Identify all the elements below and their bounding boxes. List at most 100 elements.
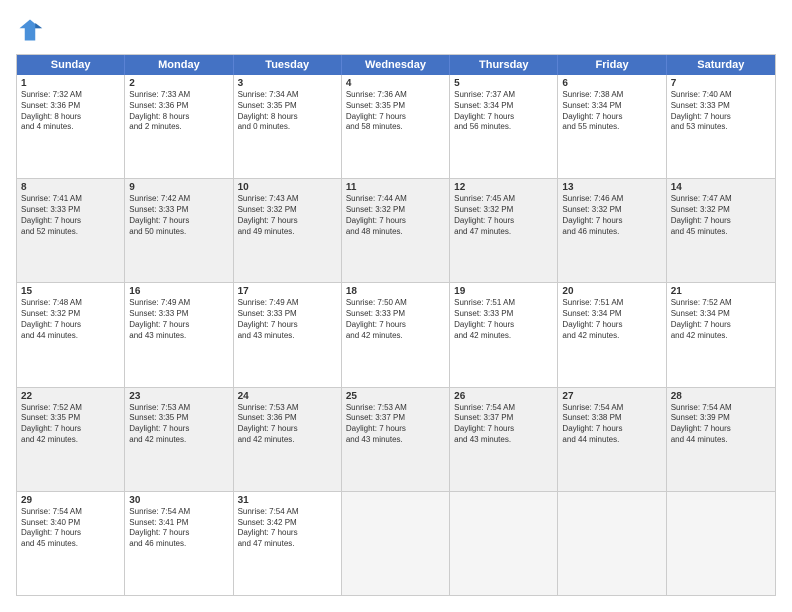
day-info: Sunrise: 7:52 AM Sunset: 3:34 PM Dayligh… — [671, 298, 771, 341]
day-info: Sunrise: 7:54 AM Sunset: 3:38 PM Dayligh… — [562, 403, 661, 446]
calendar-cell: 17Sunrise: 7:49 AM Sunset: 3:33 PM Dayli… — [234, 283, 342, 386]
header-cell-saturday: Saturday — [667, 55, 775, 75]
calendar-cell: 5Sunrise: 7:37 AM Sunset: 3:34 PM Daylig… — [450, 75, 558, 178]
day-info: Sunrise: 7:34 AM Sunset: 3:35 PM Dayligh… — [238, 90, 337, 133]
calendar-cell: 19Sunrise: 7:51 AM Sunset: 3:33 PM Dayli… — [450, 283, 558, 386]
day-info: Sunrise: 7:33 AM Sunset: 3:36 PM Dayligh… — [129, 90, 228, 133]
calendar-cell: 1Sunrise: 7:32 AM Sunset: 3:36 PM Daylig… — [17, 75, 125, 178]
calendar-cell: 25Sunrise: 7:53 AM Sunset: 3:37 PM Dayli… — [342, 388, 450, 491]
day-info: Sunrise: 7:54 AM Sunset: 3:42 PM Dayligh… — [238, 507, 337, 550]
day-number: 19 — [454, 286, 553, 297]
day-number: 31 — [238, 495, 337, 506]
header-cell-friday: Friday — [558, 55, 666, 75]
day-number: 22 — [21, 391, 120, 402]
day-info: Sunrise: 7:48 AM Sunset: 3:32 PM Dayligh… — [21, 298, 120, 341]
day-number: 29 — [21, 495, 120, 506]
calendar: SundayMondayTuesdayWednesdayThursdayFrid… — [16, 54, 776, 596]
day-info: Sunrise: 7:54 AM Sunset: 3:40 PM Dayligh… — [21, 507, 120, 550]
header — [16, 16, 776, 44]
calendar-cell: 23Sunrise: 7:53 AM Sunset: 3:35 PM Dayli… — [125, 388, 233, 491]
calendar-row-1: 1Sunrise: 7:32 AM Sunset: 3:36 PM Daylig… — [17, 75, 775, 178]
day-number: 18 — [346, 286, 445, 297]
day-info: Sunrise: 7:53 AM Sunset: 3:35 PM Dayligh… — [129, 403, 228, 446]
calendar-cell — [558, 492, 666, 595]
calendar-cell: 2Sunrise: 7:33 AM Sunset: 3:36 PM Daylig… — [125, 75, 233, 178]
header-cell-sunday: Sunday — [17, 55, 125, 75]
calendar-cell — [450, 492, 558, 595]
day-info: Sunrise: 7:32 AM Sunset: 3:36 PM Dayligh… — [21, 90, 120, 133]
day-number: 24 — [238, 391, 337, 402]
calendar-cell: 14Sunrise: 7:47 AM Sunset: 3:32 PM Dayli… — [667, 179, 775, 282]
calendar-cell: 3Sunrise: 7:34 AM Sunset: 3:35 PM Daylig… — [234, 75, 342, 178]
day-info: Sunrise: 7:50 AM Sunset: 3:33 PM Dayligh… — [346, 298, 445, 341]
day-number: 7 — [671, 78, 771, 89]
calendar-cell: 28Sunrise: 7:54 AM Sunset: 3:39 PM Dayli… — [667, 388, 775, 491]
calendar-cell: 22Sunrise: 7:52 AM Sunset: 3:35 PM Dayli… — [17, 388, 125, 491]
calendar-cell: 15Sunrise: 7:48 AM Sunset: 3:32 PM Dayli… — [17, 283, 125, 386]
calendar-cell: 16Sunrise: 7:49 AM Sunset: 3:33 PM Dayli… — [125, 283, 233, 386]
day-number: 8 — [21, 182, 120, 193]
day-number: 13 — [562, 182, 661, 193]
calendar-cell: 30Sunrise: 7:54 AM Sunset: 3:41 PM Dayli… — [125, 492, 233, 595]
day-info: Sunrise: 7:49 AM Sunset: 3:33 PM Dayligh… — [238, 298, 337, 341]
day-info: Sunrise: 7:54 AM Sunset: 3:39 PM Dayligh… — [671, 403, 771, 446]
day-number: 15 — [21, 286, 120, 297]
calendar-cell: 31Sunrise: 7:54 AM Sunset: 3:42 PM Dayli… — [234, 492, 342, 595]
calendar-cell: 29Sunrise: 7:54 AM Sunset: 3:40 PM Dayli… — [17, 492, 125, 595]
day-number: 9 — [129, 182, 228, 193]
day-info: Sunrise: 7:36 AM Sunset: 3:35 PM Dayligh… — [346, 90, 445, 133]
logo-icon — [16, 16, 44, 44]
calendar-cell: 24Sunrise: 7:53 AM Sunset: 3:36 PM Dayli… — [234, 388, 342, 491]
calendar-row-2: 8Sunrise: 7:41 AM Sunset: 3:33 PM Daylig… — [17, 178, 775, 282]
day-number: 5 — [454, 78, 553, 89]
logo — [16, 16, 48, 44]
calendar-header: SundayMondayTuesdayWednesdayThursdayFrid… — [17, 55, 775, 75]
calendar-cell: 26Sunrise: 7:54 AM Sunset: 3:37 PM Dayli… — [450, 388, 558, 491]
day-number: 2 — [129, 78, 228, 89]
day-number: 17 — [238, 286, 337, 297]
day-number: 11 — [346, 182, 445, 193]
calendar-cell: 27Sunrise: 7:54 AM Sunset: 3:38 PM Dayli… — [558, 388, 666, 491]
day-info: Sunrise: 7:51 AM Sunset: 3:33 PM Dayligh… — [454, 298, 553, 341]
day-info: Sunrise: 7:54 AM Sunset: 3:37 PM Dayligh… — [454, 403, 553, 446]
day-info: Sunrise: 7:47 AM Sunset: 3:32 PM Dayligh… — [671, 194, 771, 237]
day-info: Sunrise: 7:38 AM Sunset: 3:34 PM Dayligh… — [562, 90, 661, 133]
day-info: Sunrise: 7:54 AM Sunset: 3:41 PM Dayligh… — [129, 507, 228, 550]
day-number: 26 — [454, 391, 553, 402]
header-cell-wednesday: Wednesday — [342, 55, 450, 75]
page: SundayMondayTuesdayWednesdayThursdayFrid… — [0, 0, 792, 612]
day-info: Sunrise: 7:49 AM Sunset: 3:33 PM Dayligh… — [129, 298, 228, 341]
day-number: 14 — [671, 182, 771, 193]
header-cell-monday: Monday — [125, 55, 233, 75]
day-info: Sunrise: 7:40 AM Sunset: 3:33 PM Dayligh… — [671, 90, 771, 133]
day-number: 6 — [562, 78, 661, 89]
day-info: Sunrise: 7:53 AM Sunset: 3:37 PM Dayligh… — [346, 403, 445, 446]
calendar-cell: 20Sunrise: 7:51 AM Sunset: 3:34 PM Dayli… — [558, 283, 666, 386]
day-info: Sunrise: 7:45 AM Sunset: 3:32 PM Dayligh… — [454, 194, 553, 237]
day-info: Sunrise: 7:53 AM Sunset: 3:36 PM Dayligh… — [238, 403, 337, 446]
calendar-cell — [667, 492, 775, 595]
calendar-cell — [342, 492, 450, 595]
day-info: Sunrise: 7:41 AM Sunset: 3:33 PM Dayligh… — [21, 194, 120, 237]
calendar-row-4: 22Sunrise: 7:52 AM Sunset: 3:35 PM Dayli… — [17, 387, 775, 491]
header-cell-tuesday: Tuesday — [234, 55, 342, 75]
day-number: 10 — [238, 182, 337, 193]
calendar-body: 1Sunrise: 7:32 AM Sunset: 3:36 PM Daylig… — [17, 75, 775, 595]
calendar-cell: 10Sunrise: 7:43 AM Sunset: 3:32 PM Dayli… — [234, 179, 342, 282]
calendar-cell: 8Sunrise: 7:41 AM Sunset: 3:33 PM Daylig… — [17, 179, 125, 282]
day-number: 12 — [454, 182, 553, 193]
calendar-row-3: 15Sunrise: 7:48 AM Sunset: 3:32 PM Dayli… — [17, 282, 775, 386]
calendar-cell: 7Sunrise: 7:40 AM Sunset: 3:33 PM Daylig… — [667, 75, 775, 178]
calendar-cell: 13Sunrise: 7:46 AM Sunset: 3:32 PM Dayli… — [558, 179, 666, 282]
day-info: Sunrise: 7:46 AM Sunset: 3:32 PM Dayligh… — [562, 194, 661, 237]
day-number: 27 — [562, 391, 661, 402]
day-info: Sunrise: 7:42 AM Sunset: 3:33 PM Dayligh… — [129, 194, 228, 237]
day-info: Sunrise: 7:43 AM Sunset: 3:32 PM Dayligh… — [238, 194, 337, 237]
day-number: 4 — [346, 78, 445, 89]
calendar-cell: 21Sunrise: 7:52 AM Sunset: 3:34 PM Dayli… — [667, 283, 775, 386]
calendar-cell: 4Sunrise: 7:36 AM Sunset: 3:35 PM Daylig… — [342, 75, 450, 178]
day-info: Sunrise: 7:52 AM Sunset: 3:35 PM Dayligh… — [21, 403, 120, 446]
day-number: 28 — [671, 391, 771, 402]
day-number: 21 — [671, 286, 771, 297]
calendar-cell: 18Sunrise: 7:50 AM Sunset: 3:33 PM Dayli… — [342, 283, 450, 386]
